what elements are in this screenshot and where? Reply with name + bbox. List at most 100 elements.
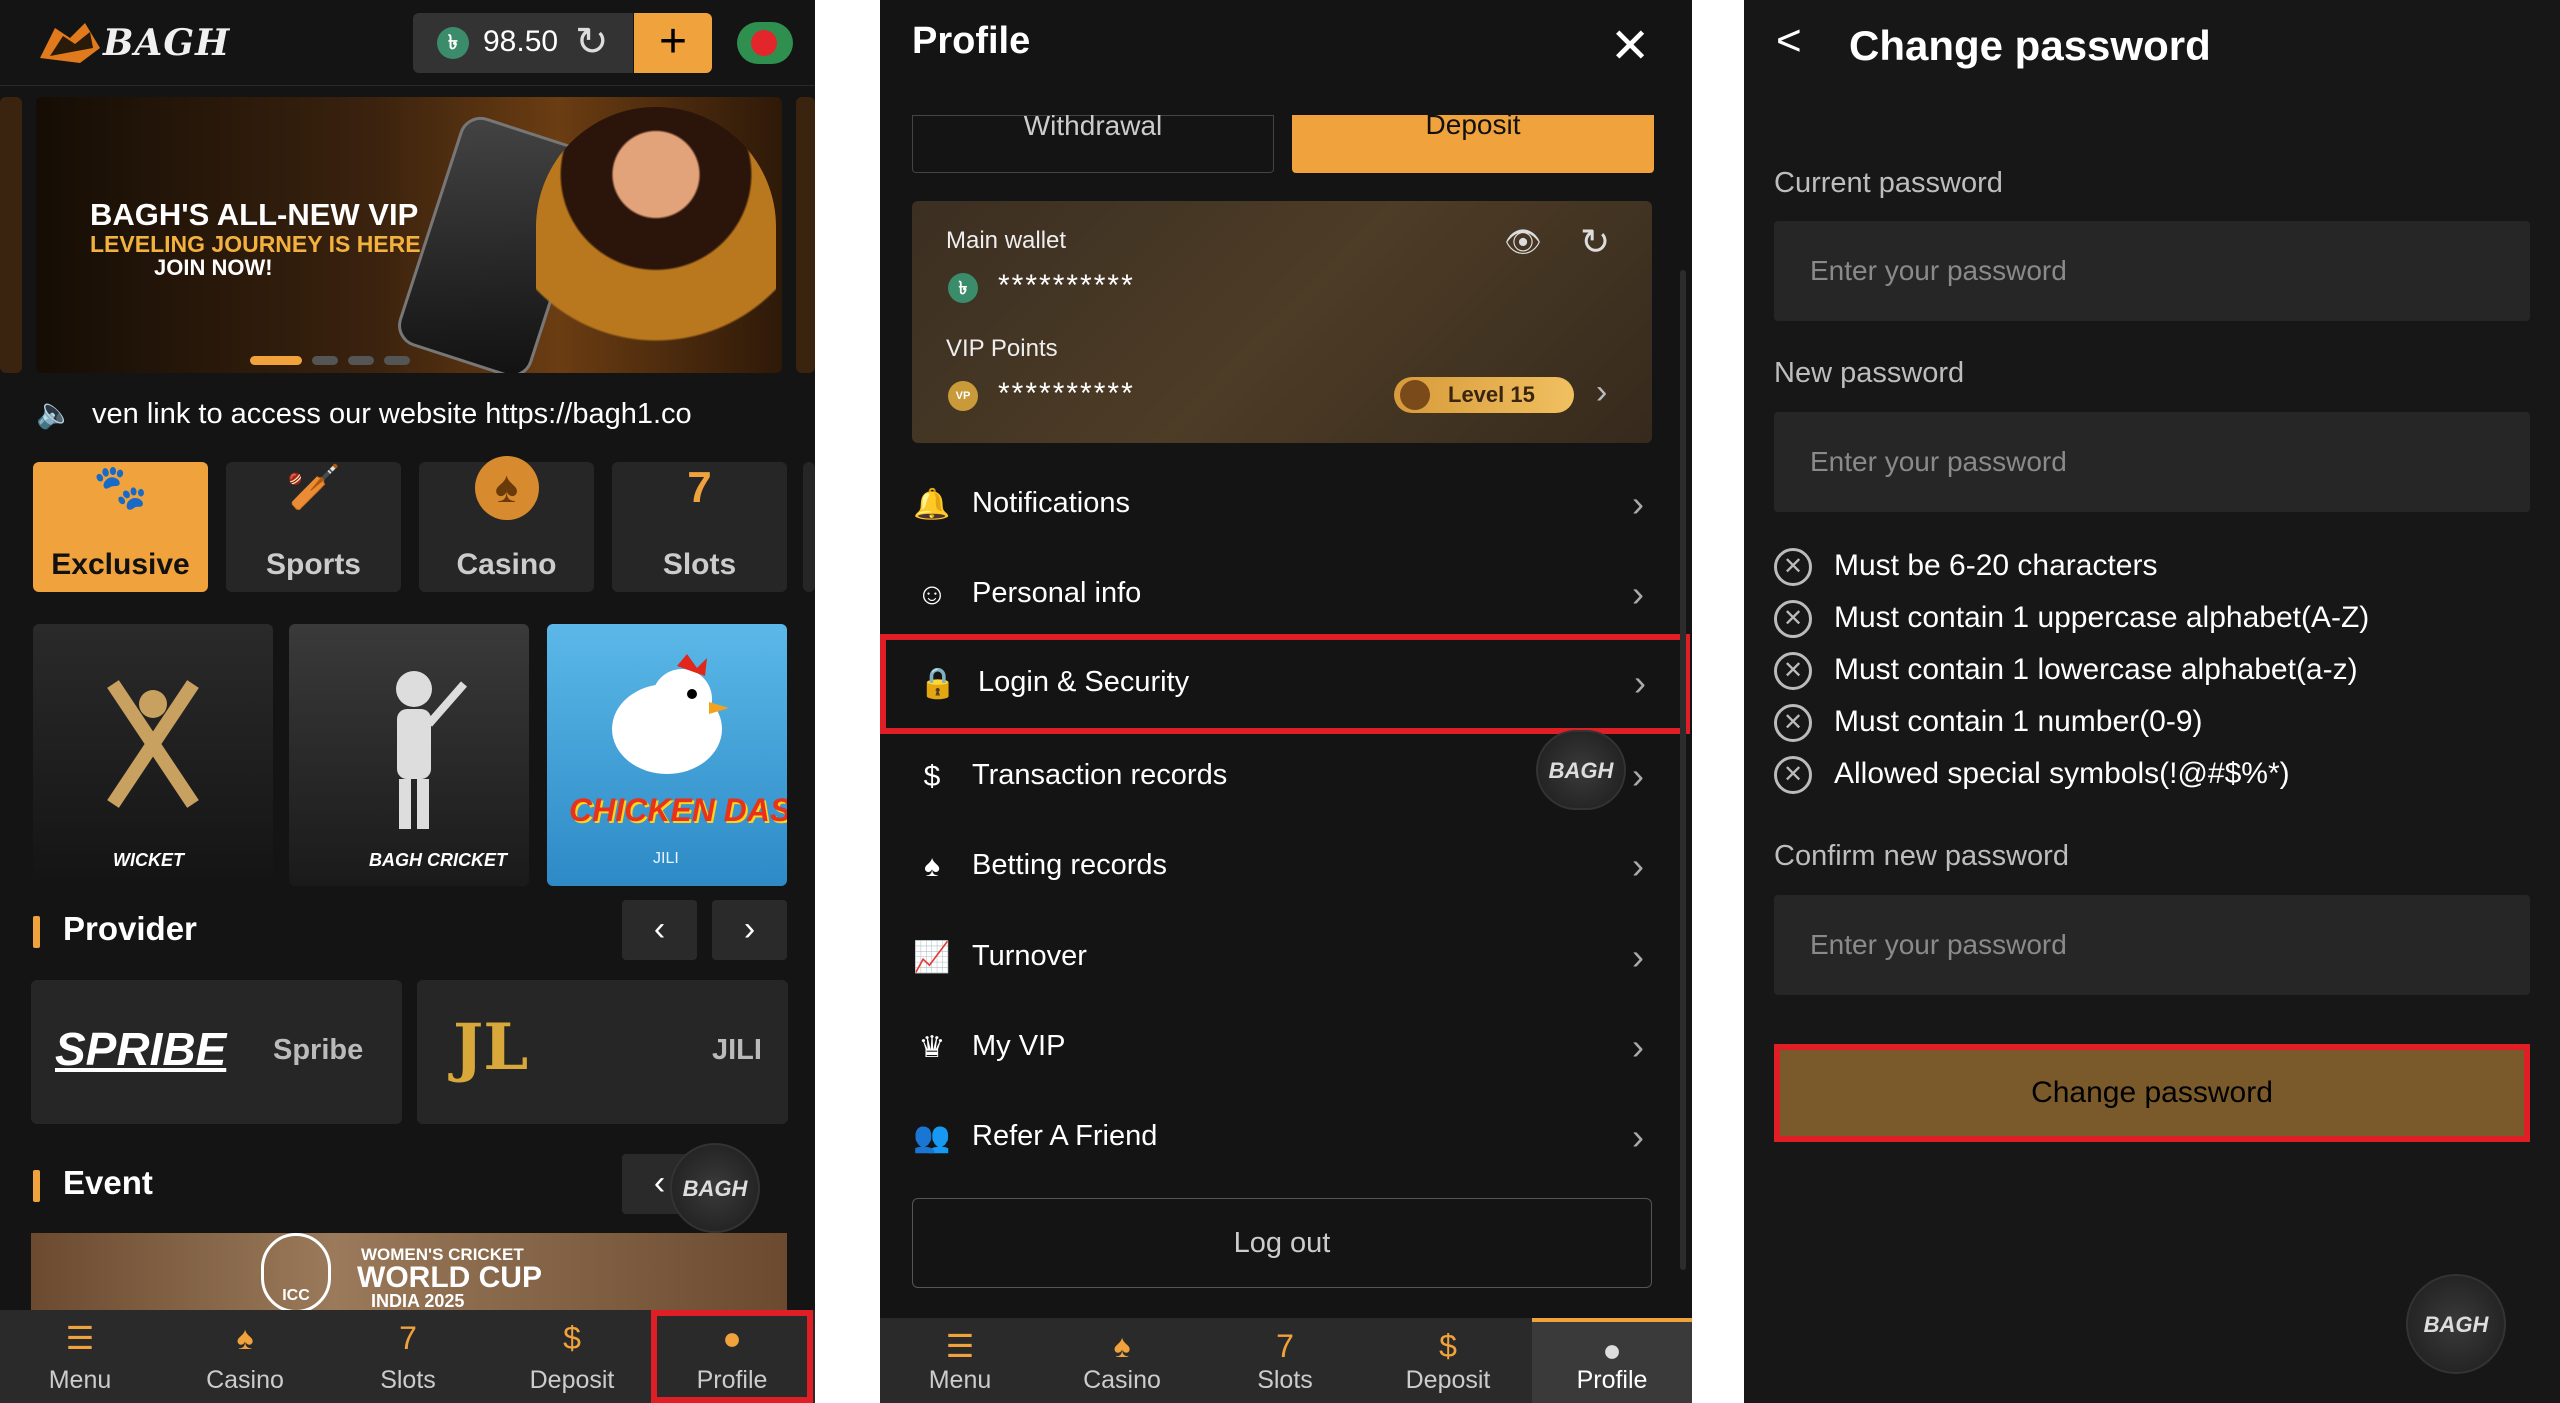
game-caption: BAGH CRICKET bbox=[369, 850, 507, 870]
provider-card-spribe[interactable]: SPRIBE Spribe bbox=[31, 980, 402, 1124]
change-password-button[interactable]: Change password bbox=[1774, 1044, 2530, 1142]
nav-label: Slots bbox=[1257, 1366, 1313, 1394]
spribe-logo: SPRIBE bbox=[55, 1023, 227, 1075]
menu-turnover[interactable]: 📈 Turnover › bbox=[912, 918, 1652, 998]
dollar-doc-icon: $ bbox=[923, 760, 941, 793]
main-wallet-label: Main wallet bbox=[946, 227, 1067, 254]
x-circle-icon: ✕ bbox=[1774, 756, 1812, 794]
category-label: Exclusive bbox=[51, 548, 190, 581]
eye-icon[interactable]: 👁 bbox=[1504, 225, 1542, 260]
provider-name: Spribe bbox=[273, 1034, 364, 1066]
carousel-dots[interactable] bbox=[250, 352, 420, 370]
plus-icon: + bbox=[658, 15, 688, 68]
nav-label: Slots bbox=[380, 1366, 436, 1394]
casino-chip-icon: ♠ bbox=[474, 456, 539, 520]
category-label: Casino bbox=[456, 548, 557, 581]
menu-notifications[interactable]: 🔔 Notifications › bbox=[912, 465, 1652, 545]
header: < Change password bbox=[1744, 0, 2560, 100]
balance-box[interactable]: ৳ 98.50 ↻ bbox=[413, 13, 633, 73]
game-tile-chicken-dash[interactable]: CHICKEN DASH! JILI bbox=[547, 624, 787, 886]
provider-card-jili[interactable]: JL JILI bbox=[417, 980, 788, 1124]
nav-casino[interactable]: ♠ Casino bbox=[165, 1310, 325, 1403]
category-slots[interactable]: 7 Slots bbox=[612, 462, 787, 592]
floating-bagh-button[interactable]: BAGH bbox=[2406, 1274, 2506, 1374]
event-heading: Event bbox=[33, 1164, 153, 1202]
slots-seven-icon: 7 bbox=[687, 463, 712, 512]
nav-deposit[interactable]: $ Deposit bbox=[492, 1310, 652, 1403]
withdrawal-label: Withdrawal bbox=[1023, 110, 1163, 141]
category-sports[interactable]: 🏏 Sports bbox=[226, 462, 401, 592]
chevron-right-icon: › bbox=[1632, 755, 1644, 796]
tiger-logo-icon bbox=[40, 23, 100, 63]
add-funds-button[interactable]: + bbox=[634, 13, 712, 73]
confirm-password-input[interactable]: Enter your password bbox=[1774, 895, 2530, 995]
deposit-icon: $ bbox=[563, 1320, 581, 1356]
menu-label: My VIP bbox=[972, 1030, 1066, 1062]
promo-banner[interactable]: BAGH'S ALL-NEW VIP LEVELING JOURNEY IS H… bbox=[36, 97, 782, 373]
main-wallet-value: ********** bbox=[998, 269, 1135, 302]
event-banner[interactable]: ICC WOMEN'S CRICKET WORLD CUP INDIA 2025 bbox=[31, 1233, 787, 1313]
bottom-nav: ☰ Menu ♠ Casino 7 Slots $ Deposit ● Profile bbox=[880, 1318, 1692, 1403]
change-password-screen: < Change password Current password Enter… bbox=[1744, 0, 2560, 1403]
game-tile-bagh-cricket[interactable]: BAGH CRICKET bbox=[289, 624, 529, 886]
nav-label: Menu bbox=[928, 1366, 992, 1394]
floating-bagh-button[interactable]: BAGH bbox=[1536, 730, 1626, 810]
close-icon[interactable]: ✕ bbox=[1610, 18, 1650, 74]
nav-profile[interactable]: ● Profile bbox=[651, 1310, 813, 1403]
brand-logo[interactable]: BAGH bbox=[35, 18, 229, 68]
new-password-input[interactable]: Enter your password bbox=[1774, 412, 2530, 512]
nav-menu[interactable]: ☰ Menu bbox=[0, 1310, 160, 1403]
banner-prev-peek bbox=[0, 97, 22, 373]
menu-my-vip[interactable]: ♛ My VIP › bbox=[912, 1008, 1652, 1088]
category-exclusive[interactable]: 🐾 Exclusive bbox=[33, 462, 208, 592]
home-screen: BAGH ৳ 98.50 ↻ + BAGH'S ALL-NEW VIP LEVE… bbox=[0, 0, 815, 1403]
nav-slots[interactable]: 7 Slots bbox=[1205, 1318, 1365, 1403]
nav-menu[interactable]: ☰ Menu bbox=[880, 1318, 1040, 1403]
confirm-password-label: Confirm new password bbox=[1774, 840, 2069, 872]
menu-refer-friend[interactable]: 👥 Refer A Friend › bbox=[912, 1098, 1652, 1178]
menu-personal-info[interactable]: ☺ Personal info › bbox=[912, 555, 1652, 635]
slots-seven-icon: 7 bbox=[399, 1320, 417, 1356]
banner-line1: BAGH'S ALL-NEW VIP bbox=[90, 197, 419, 232]
menu-icon: ☰ bbox=[945, 1328, 975, 1364]
provider-prev-button[interactable]: ‹ bbox=[622, 900, 697, 960]
back-chevron-icon[interactable]: < bbox=[1776, 16, 1802, 66]
vip-points-value: ********** bbox=[998, 377, 1135, 410]
vip-level-badge[interactable]: Level 15 bbox=[1394, 377, 1574, 413]
x-circle-icon: ✕ bbox=[1774, 652, 1812, 690]
slots-seven-icon: 7 bbox=[1276, 1328, 1294, 1364]
lock-icon: 🔒 bbox=[919, 667, 957, 700]
nav-deposit[interactable]: $ Deposit bbox=[1368, 1318, 1528, 1403]
menu-login-security[interactable]: 🔒 Login & Security › bbox=[880, 634, 1690, 734]
category-casino[interactable]: ♠ Casino bbox=[419, 456, 594, 592]
game-tile-wicket[interactable]: WICKET bbox=[33, 624, 273, 886]
level-text: Level 15 bbox=[1448, 382, 1535, 407]
provider-next-button[interactable]: › bbox=[712, 900, 787, 960]
chevron-right-icon: › bbox=[743, 910, 756, 948]
refresh-icon[interactable]: ↻ bbox=[1580, 221, 1610, 263]
deposit-button[interactable]: Deposit bbox=[1292, 111, 1654, 173]
chart-icon: 📈 bbox=[913, 941, 951, 974]
nav-slots[interactable]: 7 Slots bbox=[328, 1310, 488, 1403]
chevron-right-icon[interactable]: › bbox=[1596, 373, 1607, 412]
logout-button[interactable]: Log out bbox=[912, 1198, 1652, 1288]
menu-betting-records[interactable]: ♠ Betting records › bbox=[912, 827, 1652, 907]
announcement-text: ven link to access our website https://b… bbox=[92, 398, 692, 430]
announcement-bar: 🔈 ven link to access our website https:/… bbox=[36, 396, 815, 436]
scrollbar[interactable] bbox=[1680, 270, 1686, 1270]
nav-casino[interactable]: ♠ Casino bbox=[1042, 1318, 1202, 1403]
cricket-bat-icon: 🏏 bbox=[286, 463, 341, 512]
password-rule: ✕ Must contain 1 lowercase alphabet(a-z) bbox=[1774, 652, 2358, 690]
floating-bagh-button[interactable]: BAGH bbox=[670, 1143, 760, 1233]
icc-badge: ICC bbox=[261, 1233, 331, 1313]
menu-icon: ☰ bbox=[65, 1320, 95, 1356]
nav-profile[interactable]: ● Profile bbox=[1532, 1318, 1692, 1403]
withdrawal-button[interactable]: Withdrawal bbox=[912, 112, 1274, 173]
menu-label: Refer A Friend bbox=[972, 1120, 1158, 1152]
bangladesh-flag-icon[interactable] bbox=[737, 22, 793, 64]
current-password-input[interactable]: Enter your password bbox=[1774, 221, 2530, 321]
vip-coin-icon: VP bbox=[948, 381, 978, 411]
jili-logo: JL bbox=[453, 1010, 529, 1085]
refresh-icon[interactable]: ↻ bbox=[575, 19, 609, 65]
current-password-label: Current password bbox=[1774, 167, 2003, 199]
